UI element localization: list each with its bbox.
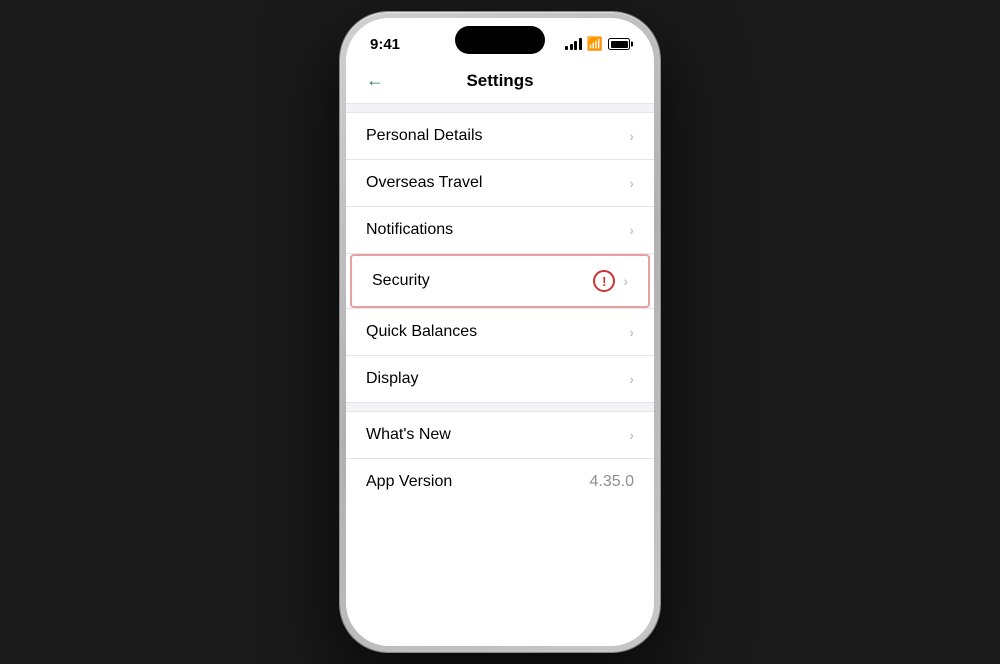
menu-item-app-version: App Version 4.35.0 xyxy=(346,459,654,505)
app-version-value: 4.35.0 xyxy=(590,473,634,491)
battery-fill xyxy=(611,41,628,48)
menu-item-whats-new[interactable]: What's New › xyxy=(346,412,654,458)
menu-item-security[interactable]: Security ! › xyxy=(350,254,650,308)
menu-item-personal-details[interactable]: Personal Details › xyxy=(346,113,654,159)
chevron-icon: › xyxy=(629,427,634,443)
phone-frame: 9:41 📶 ← Settings Personal Details xyxy=(340,12,660,652)
phone-screen: 9:41 📶 ← Settings Personal Details xyxy=(346,18,654,646)
chevron-icon: › xyxy=(629,222,634,238)
menu-item-display[interactable]: Display › xyxy=(346,356,654,402)
navigation-header: ← Settings xyxy=(346,62,654,103)
chevron-icon: › xyxy=(629,128,634,144)
back-button[interactable]: ← xyxy=(366,70,384,91)
status-bar: 9:41 📶 xyxy=(346,18,654,62)
chevron-icon: › xyxy=(629,371,634,387)
signal-icon xyxy=(565,38,582,50)
chevron-icon: › xyxy=(623,273,628,289)
page-title: Settings xyxy=(466,71,533,91)
battery-icon xyxy=(608,38,630,50)
wifi-icon: 📶 xyxy=(587,36,603,52)
chevron-icon: › xyxy=(629,324,634,340)
menu-item-quick-balances[interactable]: Quick Balances › xyxy=(346,309,654,355)
warning-icon: ! xyxy=(593,270,615,292)
section-spacer-middle xyxy=(346,403,654,411)
status-time: 9:41 xyxy=(370,36,400,53)
dynamic-island xyxy=(455,26,545,54)
section-spacer-top xyxy=(346,104,654,112)
menu-item-overseas-travel[interactable]: Overseas Travel › xyxy=(346,160,654,206)
menu-item-notifications[interactable]: Notifications › xyxy=(346,207,654,253)
chevron-icon: › xyxy=(629,175,634,191)
status-icons: 📶 xyxy=(565,36,630,52)
